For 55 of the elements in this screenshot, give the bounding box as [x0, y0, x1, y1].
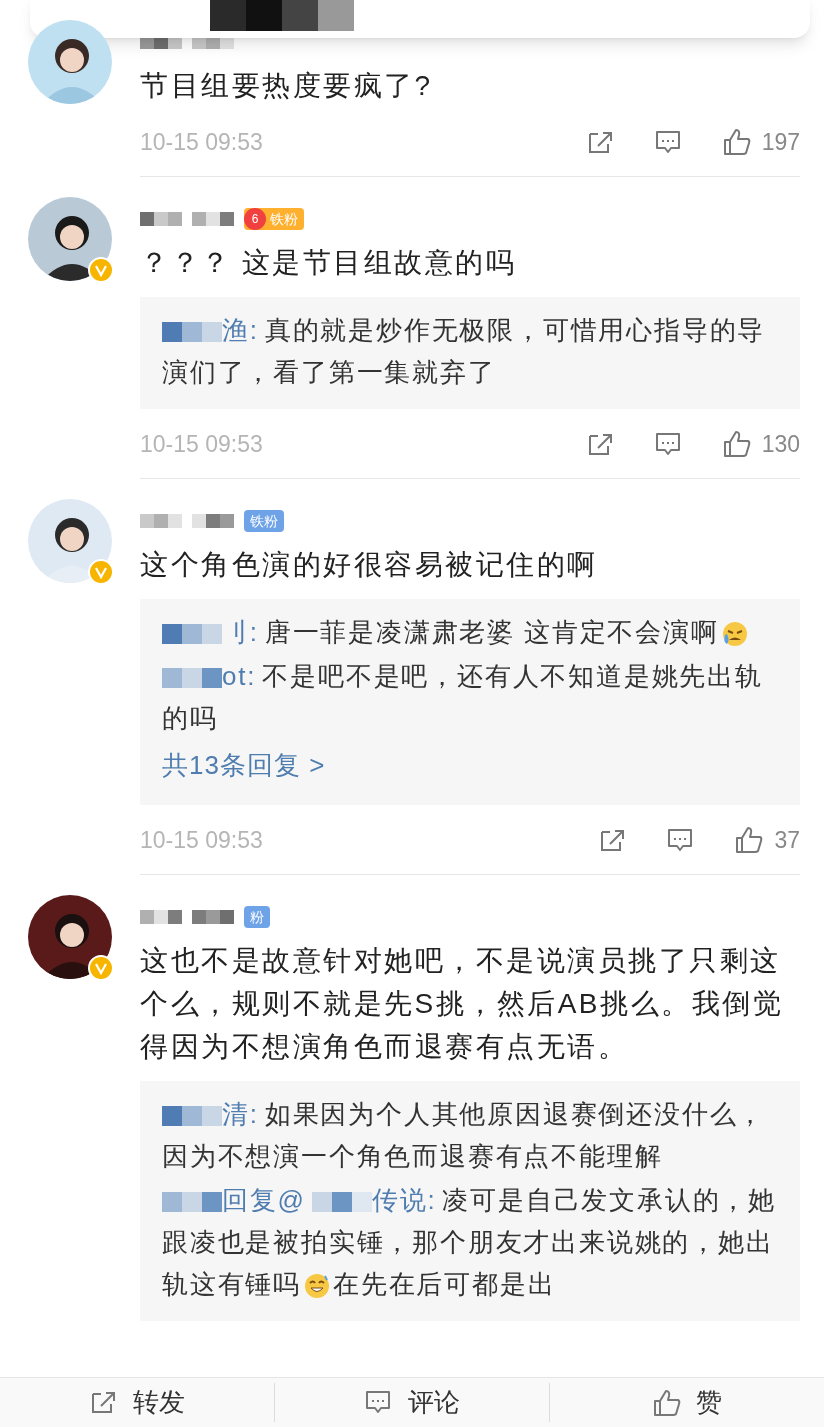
- censored-name: [311, 1192, 372, 1213]
- thumbs-up-icon: [721, 127, 752, 157]
- like-button[interactable]: 37: [734, 822, 800, 858]
- timestamp: 10-15 09:53: [140, 429, 264, 459]
- fan-badge: 铁粉: [244, 510, 284, 532]
- comment-text: 这个角色演的好很容易被记住的啊: [140, 548, 599, 582]
- thumbs-up-icon: [652, 1387, 682, 1418]
- like-button[interactable]: 197: [721, 124, 800, 160]
- censored-name: [162, 322, 222, 343]
- comment-icon[interactable]: [666, 826, 695, 854]
- fan-badge: 粉: [244, 906, 270, 928]
- reply-author[interactable]: 刂:: [222, 617, 259, 647]
- censored-name: [140, 35, 182, 49]
- more-replies-link[interactable]: 共13条回复 >: [162, 741, 778, 789]
- like-button[interactable]: 赞: [652, 1383, 722, 1422]
- reply-text: ot: 不是吧不是吧，还有人不知道是姚先出轨的吗: [162, 660, 764, 735]
- grin-emoji-icon: [303, 1272, 331, 1301]
- reply-author[interactable]: 回复@: [222, 1185, 306, 1215]
- repost-button[interactable]: 转发: [89, 1383, 185, 1422]
- comment-text: 这也不是故意针对她吧，不是说演员挑了只剩这个么，规则不就是先S挑，然后AB挑么。我倒觉得因为不想演角色而退赛有点无语。: [140, 944, 785, 1064]
- like-count: 130: [761, 429, 800, 459]
- reply-author[interactable]: 渔:: [222, 315, 259, 345]
- comment-button[interactable]: 评论: [364, 1383, 460, 1422]
- comment-text: 节目组要热度要疯了?: [140, 69, 434, 103]
- censored-name: [162, 1106, 222, 1127]
- censored-name: [192, 35, 234, 49]
- like-count: 37: [774, 825, 800, 855]
- reply-text: 回复@ 传说: 凌可是自己发文承认的，她跟凌也是被拍实锤，那个朋友才出来说姚的，她出轨这有锤吗 在先在后可都是出: [162, 1184, 778, 1303]
- censored-name: [162, 624, 222, 645]
- censored-name: [192, 212, 234, 226]
- badge-label: 铁粉: [270, 209, 298, 229]
- censored-name: [162, 1192, 222, 1213]
- censored-name: [192, 514, 234, 528]
- comment-icon[interactable]: [653, 430, 682, 458]
- censored-name: [140, 514, 182, 528]
- censored-name: [162, 668, 222, 689]
- censored-name: [140, 212, 182, 226]
- comment-icon[interactable]: [653, 128, 682, 156]
- like-button[interactable]: 130: [721, 426, 800, 462]
- crying-emoji-icon: [720, 620, 749, 649]
- censored-name: [192, 910, 234, 924]
- reply-author[interactable]: ot:: [222, 661, 257, 691]
- reply-text: 渔: 真的就是炒作无极限，可惜用心指导的导演们了，看了第一集就弃了: [162, 314, 767, 389]
- like-count: 197: [761, 127, 800, 157]
- thumbs-up-icon: [734, 825, 765, 855]
- level-badge: 6: [244, 208, 266, 230]
- comment-text: ？？？ 这是节目组故意的吗: [140, 246, 518, 280]
- reply-text: 清: 如果因为个人其他原因退赛倒还没什么，因为不想演一个角色而退赛有点不能理解: [162, 1098, 767, 1173]
- timestamp: 10-15 09:53: [140, 127, 264, 157]
- reply-author[interactable]: 传说:: [371, 1185, 437, 1215]
- censored-name: [140, 910, 182, 924]
- timestamp: 10-15 09:53: [140, 825, 264, 855]
- thumbs-up-icon: [721, 429, 752, 459]
- reply-text: 刂: 唐一菲是凌潇肃老婆 这肯定不会演啊: [162, 611, 778, 653]
- reply-author[interactable]: 清:: [222, 1099, 259, 1129]
